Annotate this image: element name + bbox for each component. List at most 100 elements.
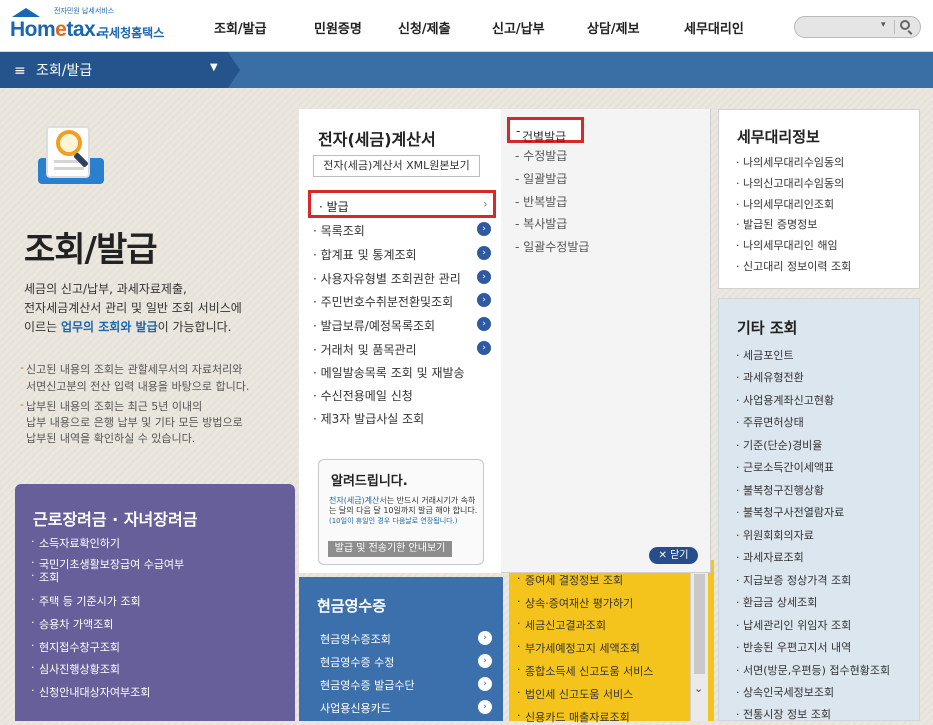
cash-receipt-item[interactable]: 현금영수증 수정 › xyxy=(320,654,492,670)
close-button[interactable]: ✕ 닫기 xyxy=(649,547,698,564)
other-item[interactable]: 납세관리인 위임자 조회 xyxy=(736,617,851,633)
xml-view-button[interactable]: 전자(세금)계산서 XML원본보기 xyxy=(313,155,480,177)
submenu-item[interactable]: - 복사발급 xyxy=(515,215,567,232)
gnb-certificates[interactable]: 민원증명 xyxy=(314,18,362,37)
menu-item[interactable]: · 제3자 발급사실 조회 xyxy=(313,410,493,427)
gnb-apply-submit[interactable]: 신청/제출 xyxy=(398,18,451,37)
other-item[interactable]: 서면(방문,우편등) 접수현황조회 xyxy=(736,662,890,678)
notice-title: 알려드립니다. xyxy=(331,474,408,489)
tax-agent-item[interactable]: 나의세무대리인 해임 xyxy=(736,237,838,253)
labor-incentive-title: 근로장려금 · 자녀장려금 xyxy=(33,510,198,529)
tax-agent-item[interactable]: 신고대리 정보이력 조회 xyxy=(736,258,851,274)
menu-icon: ≡ xyxy=(14,63,26,79)
menu-item[interactable]: · 거래처 및 품목관리 › xyxy=(313,341,493,358)
other-item[interactable]: 전통시장 정보 조회 xyxy=(736,706,831,722)
yellow-item[interactable]: 부가세예정고지 세액조회 xyxy=(517,640,640,656)
labor-item[interactable]: 승용차 가액조회 xyxy=(31,616,113,632)
logo-tagline: 전자민원 납세서비스 xyxy=(54,7,115,15)
cash-receipt-item[interactable]: 현금영수증 발급수단 › xyxy=(320,677,492,693)
submenu-item[interactable]: - 일괄수정발급 xyxy=(515,238,589,255)
menu-item[interactable]: · 사용자유형별 조회권한 관리 › xyxy=(313,270,493,287)
other-item[interactable]: 사업용계좌신고현황 xyxy=(736,392,834,408)
chevron-down-icon[interactable]: ▼ xyxy=(210,62,218,73)
note-line-5: 납부된 내역을 확인하실 수 있습니다. xyxy=(26,432,196,445)
other-item[interactable]: 불복청구진행상황 xyxy=(736,482,824,498)
labor-item[interactable]: 신청안내대상자여부조회 xyxy=(31,684,150,700)
scrollbar-thumb[interactable] xyxy=(694,574,705,674)
chevron-right-icon: › xyxy=(477,341,491,355)
chevron-right-icon: › xyxy=(477,222,491,236)
submenu-item-single-issue[interactable]: - 건별발급 xyxy=(507,117,584,144)
menu-item[interactable]: · 합계표 및 통계조회 › xyxy=(313,246,493,263)
chevron-right-icon: › xyxy=(477,293,491,307)
menu-item[interactable]: · 발급보류/예정목록조회 › xyxy=(313,317,493,334)
tax-agent-item[interactable]: 나의세무대리수임동의 xyxy=(736,154,844,170)
page-title: 조회/발급 xyxy=(24,230,158,270)
other-item[interactable]: 지급보증 정상가격 조회 xyxy=(736,572,851,588)
section-selector-arrow xyxy=(228,52,240,88)
chevron-right-icon: › xyxy=(483,197,488,211)
yellow-item[interactable]: 증여세 결정정보 조회 xyxy=(517,572,623,588)
menu-item[interactable]: · 메일발송목록 조회 및 재발송 xyxy=(313,364,493,381)
other-item[interactable]: 반송된 우편고지서 내역 xyxy=(736,639,851,655)
yellow-scrollbar[interactable]: ⌄ xyxy=(690,566,708,721)
note-line-2: 서면신고분의 전산 입력 내용을 바탕으로 합니다. xyxy=(26,380,250,393)
other-inquiry-title: 기타 조회 xyxy=(737,319,798,337)
cash-receipt-item[interactable]: 현금영수증조회 › xyxy=(320,631,492,647)
gnb-inquiry-issue[interactable]: 조회/발급 xyxy=(214,18,267,37)
labor-item[interactable]: 주택 등 기준시가 조회 xyxy=(31,593,141,609)
tax-agent-item[interactable]: 나의신고대리수임동의 xyxy=(736,175,844,191)
labor-item[interactable]: 현지접수창구조회 xyxy=(31,639,120,655)
chevron-down-icon[interactable]: ⌄ xyxy=(694,682,703,695)
yellow-item[interactable]: 신용카드 매출자료조회 xyxy=(517,709,630,725)
other-item[interactable]: 환급금 상세조회 xyxy=(736,594,817,610)
other-item[interactable]: 근로소득간이세액표 xyxy=(736,459,834,475)
section-selector-label[interactable]: ≡ 조회/발급 xyxy=(14,60,92,80)
yellow-item[interactable]: 세금신고결과조회 xyxy=(517,617,606,633)
search-input[interactable]: ▾ xyxy=(794,16,921,38)
submenu-item[interactable]: - 반복발급 xyxy=(515,193,567,210)
cash-receipt-title: 현금영수증 xyxy=(317,597,387,615)
search-dropdown-icon[interactable]: ▾ xyxy=(881,20,886,30)
other-item[interactable]: 주류면허상태 xyxy=(736,414,804,430)
labor-item-cont[interactable]: 조회 xyxy=(31,569,59,585)
gnb-consult[interactable]: 상담/제보 xyxy=(587,18,640,37)
logo-korean-name: 국세청홈택스 xyxy=(98,26,165,40)
other-item[interactable]: 기준(단순)경비율 xyxy=(736,437,822,453)
gnb-report-pay[interactable]: 신고/납부 xyxy=(492,18,545,37)
menu-item[interactable]: · 목록조회 › xyxy=(313,222,493,239)
chevron-right-icon: › xyxy=(478,631,492,645)
labor-incentive-panel: 근로장려금 · 자녀장려금 소득자료확인하기 국민기초생활보장급여 수급여부 조… xyxy=(15,484,295,721)
labor-item[interactable]: 심사진행상황조회 xyxy=(31,661,120,677)
chevron-right-icon: › xyxy=(477,246,491,260)
note-line-4: 납부 내용으로 은행 납부 및 기타 모든 방법으로 xyxy=(26,416,243,429)
cash-receipt-item[interactable]: 사업용신용카드 › xyxy=(320,700,492,716)
other-item[interactable]: 불복청구사전열람자료 xyxy=(736,504,844,520)
tax-agent-title: 세무대리정보 xyxy=(737,128,820,146)
yellow-item[interactable]: 법인세 신고도움 서비스 xyxy=(517,686,633,702)
hometax-logo[interactable]: 전자민원 납세서비스 Hometax. 국세청홈택스 xyxy=(10,6,180,46)
gnb-tax-agent[interactable]: 세무대리인 xyxy=(684,18,744,37)
labor-item[interactable]: 국민기초생활보장급여 수급여부 xyxy=(31,556,184,572)
chevron-right-icon: › xyxy=(478,677,492,691)
intro-line-2: 전자세금계산서 관리 및 일반 조회 서비스에 xyxy=(24,301,242,315)
menu-item[interactable]: · 주민번호수취분전환및조회 › xyxy=(313,293,493,310)
tax-agent-item[interactable]: 발급된 증명정보 xyxy=(736,216,817,232)
yellow-item[interactable]: 상속·증여재산 평가하기 xyxy=(517,595,633,611)
menu-item[interactable]: · 수신전용메일 신청 xyxy=(313,387,493,404)
labor-item[interactable]: 소득자료확인하기 xyxy=(31,535,120,551)
other-item[interactable]: 위원회회의자료 xyxy=(736,527,814,543)
menu-item-issue[interactable]: · 발급 › xyxy=(308,190,496,218)
other-item[interactable]: 상속인국세정보조회 xyxy=(736,684,834,700)
yellow-item[interactable]: 종합소득세 신고도움 서비스 xyxy=(517,663,653,679)
note-line-3: 납부된 내용의 조회는 최근 5년 이내의 xyxy=(20,398,202,414)
chevron-right-icon: › xyxy=(477,317,491,331)
submenu-item[interactable]: - 일괄발급 xyxy=(515,170,567,187)
other-item[interactable]: 과세유형전환 xyxy=(736,369,804,385)
submenu-item[interactable]: - 수정발급 xyxy=(515,147,567,164)
deadline-guide-button[interactable]: 발급 및 전송기한 안내보기 xyxy=(328,541,452,557)
other-item[interactable]: 과세자료조회 xyxy=(736,549,804,565)
tax-agent-item[interactable]: 나의세무대리인조회 xyxy=(736,196,834,212)
other-item[interactable]: 세금포인트 xyxy=(736,347,794,363)
search-icon[interactable] xyxy=(900,20,910,30)
